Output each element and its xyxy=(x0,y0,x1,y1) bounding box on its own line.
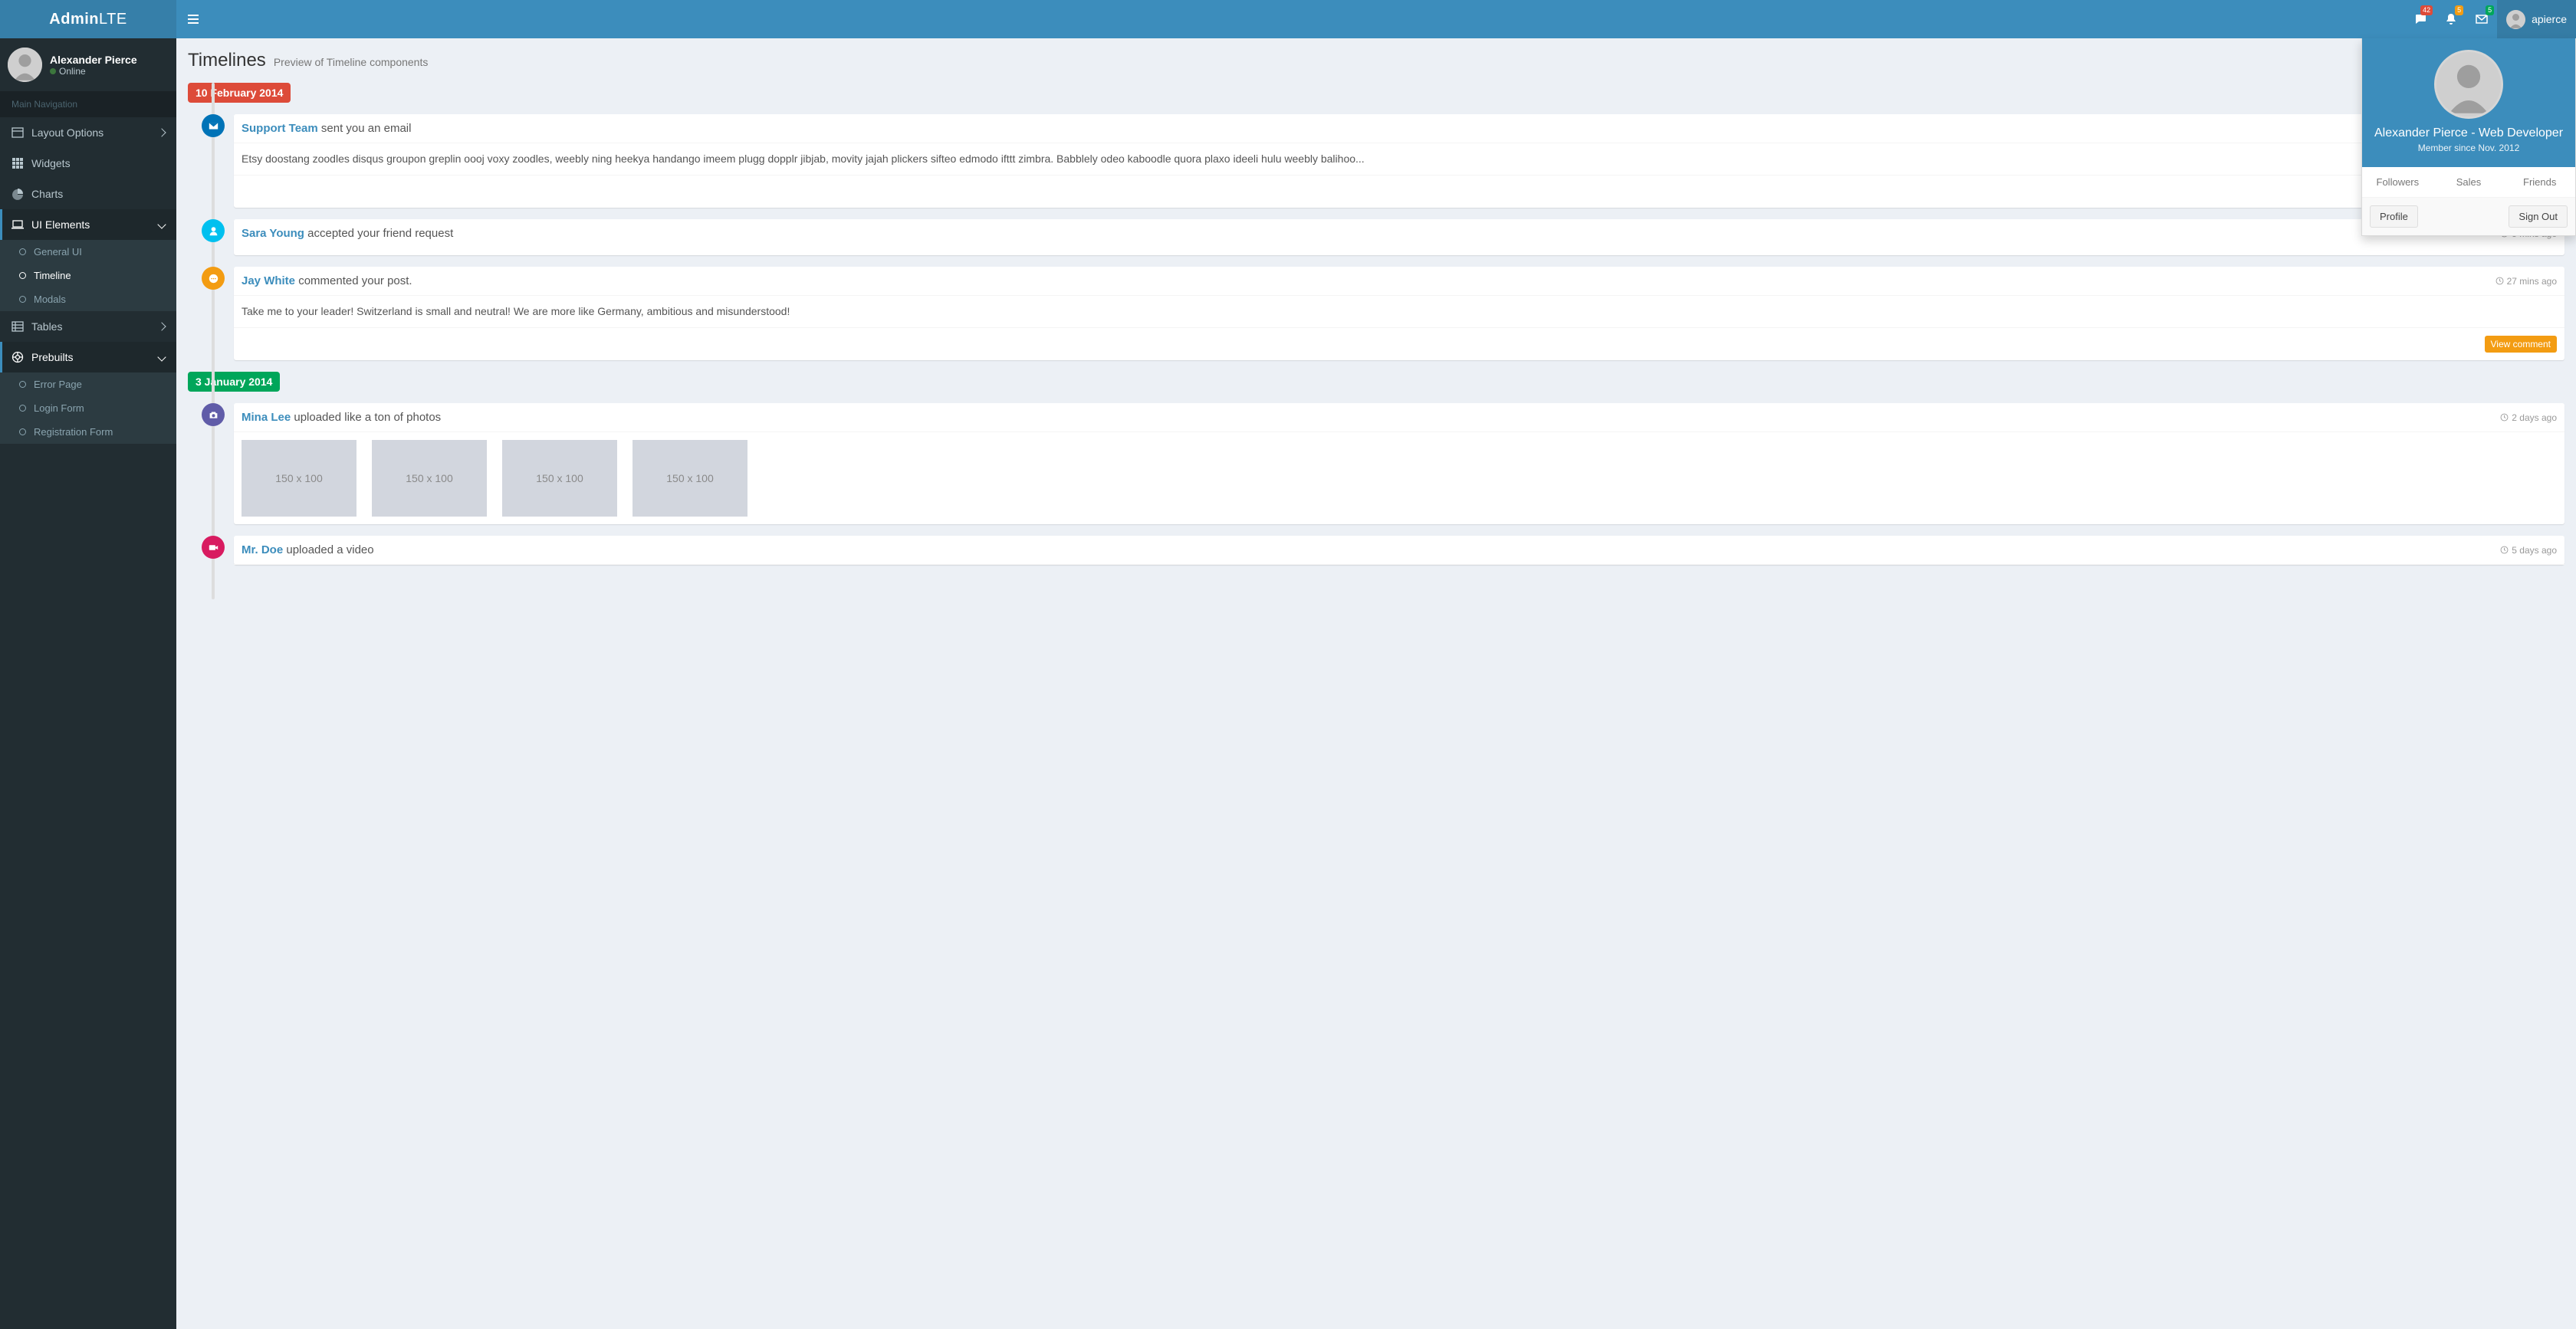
sidebar-item-modals[interactable]: Modals xyxy=(0,287,176,311)
timeline-date-label: 3 January 2014 xyxy=(188,372,2564,392)
timeline-time: 27 mins ago xyxy=(2496,276,2557,287)
username-label: apierce xyxy=(2532,13,2567,25)
sidebar-item-general-ui[interactable]: General UI xyxy=(0,240,176,264)
circle-icon xyxy=(19,381,26,388)
sidebar-toggle-button[interactable] xyxy=(176,0,210,38)
table-icon xyxy=(12,320,24,333)
avatar xyxy=(8,48,42,82)
video-icon xyxy=(202,536,225,559)
chevron-left-icon xyxy=(157,322,166,330)
sidebar-user-name: Alexander Pierce xyxy=(50,54,137,66)
user-link[interactable]: Mr. Doe xyxy=(242,543,283,556)
timeline-time: 2 days ago xyxy=(2500,412,2557,423)
grid-icon xyxy=(12,157,24,169)
avatar xyxy=(2506,10,2525,29)
mail-badge: 5 xyxy=(2486,5,2494,15)
sidebar-item-prebuilts[interactable]: Prebuilts xyxy=(0,342,176,372)
timeline-body: Etsy doostang zoodles disqus groupon gre… xyxy=(234,143,2564,175)
sidebar-item-registration-form[interactable]: Registration Form xyxy=(0,420,176,444)
dropdown-avatar xyxy=(2434,50,2503,119)
sidebar-item-tables[interactable]: Tables xyxy=(0,311,176,342)
user-link[interactable]: Jay White xyxy=(242,274,295,287)
photo-placeholder[interactable]: 150 x 100 xyxy=(242,440,356,517)
circle-icon xyxy=(19,272,26,279)
sidebar-item-layout-options[interactable]: Layout Options xyxy=(0,117,176,148)
clock-icon xyxy=(2500,546,2509,554)
timeline-header: Support Team sent you an email xyxy=(242,122,411,135)
photo-placeholder[interactable]: 150 x 100 xyxy=(372,440,487,517)
friends-link[interactable]: Friends xyxy=(2504,167,2575,197)
piechart-icon xyxy=(12,188,24,200)
circle-icon xyxy=(19,428,26,435)
circle-icon xyxy=(19,405,26,412)
dropdown-user-title: Alexander Pierce - Web Developer xyxy=(2370,126,2568,140)
chevron-down-icon xyxy=(157,220,166,228)
mail-button[interactable]: 5 xyxy=(2466,0,2497,38)
sidebar-user-status[interactable]: Online xyxy=(50,66,137,77)
sidebar-item-error-page[interactable]: Error Page xyxy=(0,372,176,396)
envelope-icon xyxy=(202,114,225,137)
brand-logo[interactable]: AdminLTE xyxy=(0,0,176,38)
dropdown-user-subtitle: Member since Nov. 2012 xyxy=(2370,143,2568,153)
sidebar-item-charts[interactable]: Charts xyxy=(0,179,176,209)
signout-button[interactable]: Sign Out xyxy=(2509,205,2568,228)
sidebar-item-timeline[interactable]: Timeline xyxy=(0,264,176,287)
user-link[interactable]: Mina Lee xyxy=(242,411,291,424)
laptop-icon xyxy=(12,218,24,231)
clock-icon xyxy=(2496,277,2504,285)
photo-placeholder[interactable]: 150 x 100 xyxy=(502,440,617,517)
clock-icon xyxy=(2500,413,2509,422)
followers-link[interactable]: Followers xyxy=(2362,167,2433,197)
circle-icon xyxy=(19,248,26,255)
page-subtitle: Preview of Timeline components xyxy=(274,56,429,68)
user-link[interactable]: Support Team xyxy=(242,122,318,135)
timeline-time: 5 days ago xyxy=(2500,545,2557,556)
view-comment-button[interactable]: View comment xyxy=(2485,336,2557,353)
timeline-header: Mina Lee uploaded like a ton of photos xyxy=(242,411,441,424)
profile-button[interactable]: Profile xyxy=(2370,205,2418,228)
camera-icon xyxy=(202,403,225,426)
comment-icon xyxy=(202,267,225,290)
user-link[interactable]: Sara Young xyxy=(242,227,304,240)
user-menu-button[interactable]: apierce xyxy=(2497,0,2576,38)
page-title: Timelines Preview of Timeline components xyxy=(188,50,2564,71)
timeline-header: Jay White commented your post. xyxy=(242,274,412,287)
circle-icon xyxy=(19,296,26,303)
messages-badge: 42 xyxy=(2420,5,2433,15)
user-icon xyxy=(202,219,225,242)
lifebuoy-icon xyxy=(12,351,24,363)
messages-button[interactable]: 42 xyxy=(2405,0,2436,38)
timeline-header: Sara Young accepted your friend request xyxy=(242,227,453,240)
sidebar-item-widgets[interactable]: Widgets xyxy=(0,148,176,179)
sales-link[interactable]: Sales xyxy=(2433,167,2505,197)
sidebar-item-ui-elements[interactable]: UI Elements xyxy=(0,209,176,240)
sidebar-user-panel: Alexander Pierce Online xyxy=(0,38,176,91)
timeline-body: Take me to your leader! Switzerland is s… xyxy=(234,296,2564,327)
user-dropdown: Alexander Pierce - Web Developer Member … xyxy=(2361,38,2576,236)
notifications-badge: 5 xyxy=(2455,5,2463,15)
timeline-date-label: 10 February 2014 xyxy=(188,83,2564,103)
notifications-button[interactable]: 5 xyxy=(2436,0,2466,38)
sidebar-heading: Main Navigation xyxy=(0,91,176,117)
layout-icon xyxy=(12,126,24,139)
photo-strip: 150 x 100 150 x 100 150 x 100 150 x 100 xyxy=(234,432,2564,524)
timeline-header: Mr. Doe uploaded a video xyxy=(242,543,374,556)
chevron-down-icon xyxy=(157,353,166,361)
bars-icon xyxy=(188,14,199,25)
photo-placeholder[interactable]: 150 x 100 xyxy=(632,440,748,517)
status-dot-icon xyxy=(50,68,56,74)
sidebar-item-login-form[interactable]: Login Form xyxy=(0,396,176,420)
chevron-left-icon xyxy=(157,128,166,136)
